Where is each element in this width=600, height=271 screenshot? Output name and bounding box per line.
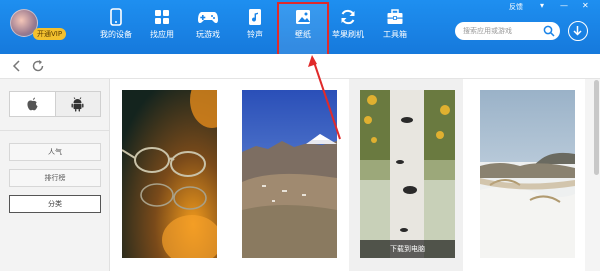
red-annotation-arrow	[308, 55, 341, 140]
app-window: 开通VIP 我的设备 找应用 玩游戏 铃声 壁纸 苹果刷机 工具箱 反馈 ▾ —…	[0, 0, 600, 271]
